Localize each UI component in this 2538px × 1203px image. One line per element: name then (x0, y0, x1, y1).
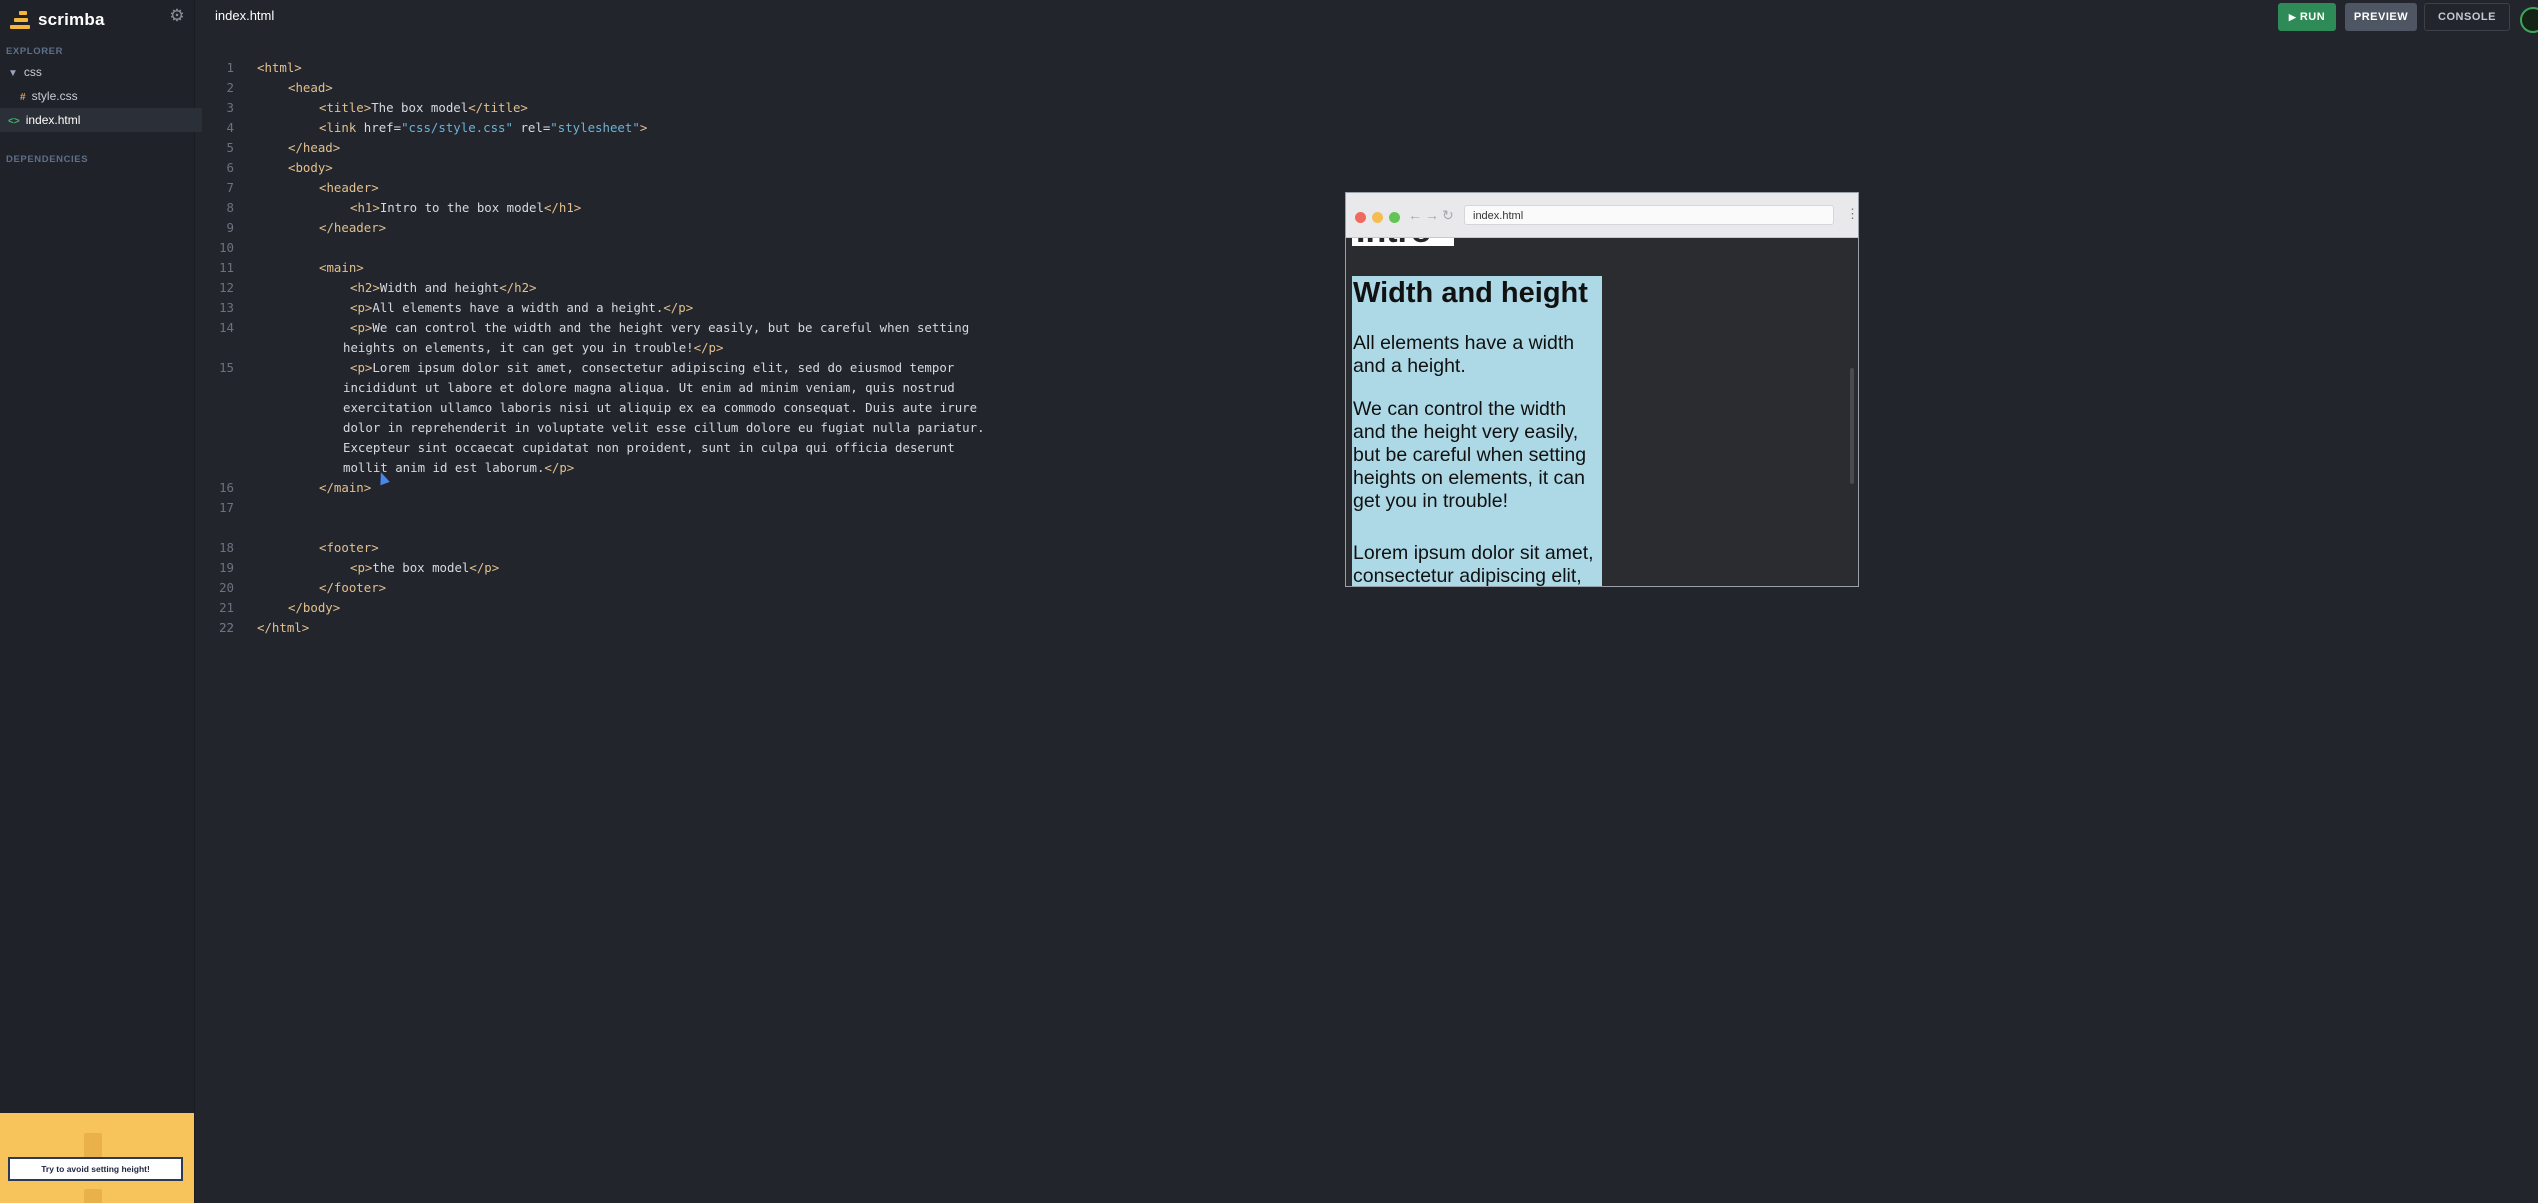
code-line[interactable]: </html> (257, 620, 309, 635)
code-line[interactable]: heights on elements, it can get you in t… (343, 340, 723, 355)
exclamation-dot-icon (84, 1189, 102, 1203)
preview-content: Intro Width and height All elements have… (1346, 238, 1858, 586)
line-number: 21 (219, 600, 234, 615)
code-line[interactable]: <p>Lorem ipsum dolor sit amet, consectet… (350, 360, 954, 375)
code-line[interactable]: incididunt ut labore et dolore magna ali… (343, 380, 955, 395)
line-number: 16 (219, 480, 234, 495)
code-line[interactable]: <html> (257, 60, 302, 75)
preview-main: Width and height All elements have a wid… (1352, 276, 1602, 586)
explorer-heading: EXPLORER (6, 46, 64, 57)
preview-browser-chrome: ← → ↻ index.html ⋮ (1346, 193, 1858, 238)
avatar[interactable] (2520, 7, 2538, 33)
hash-icon: # (20, 92, 26, 103)
line-number: 7 (226, 180, 234, 195)
line-number: 22 (219, 620, 234, 635)
line-number: 18 (219, 540, 234, 555)
play-icon: ▶ (2288, 12, 2297, 22)
code-line[interactable]: exercitation ullamco laboris nisi ut ali… (343, 400, 977, 415)
code-line[interactable]: <head> (288, 80, 333, 95)
forward-arrow-icon[interactable]: → (1425, 207, 1439, 223)
scrimba-logo[interactable]: scrimba (10, 10, 105, 30)
code-line[interactable]: <p>the box model</p> (350, 560, 499, 575)
line-number: 3 (226, 100, 234, 115)
line-number: 14 (219, 320, 234, 335)
code-line[interactable]: </header> (319, 220, 386, 235)
code-line[interactable]: </body> (288, 600, 340, 615)
preview-paragraph: All elements have a width and a height. (1353, 332, 1575, 377)
tree-folder-css[interactable]: ▼ css (0, 60, 202, 84)
code-line[interactable]: <footer> (319, 540, 379, 555)
tree-file-style-css[interactable]: # style.css (0, 84, 214, 108)
code-line[interactable]: </main> (319, 480, 371, 495)
line-number: 12 (219, 280, 234, 295)
code-line[interactable]: dolor in reprehenderit in voluptate veli… (343, 420, 985, 435)
dependencies-heading: DEPENDENCIES (6, 154, 89, 165)
line-number: 6 (226, 160, 234, 175)
tree-item-label: index.html (25, 113, 81, 127)
code-line[interactable]: <h1>Intro to the box model</h1> (350, 200, 581, 215)
run-button-label: RUN (2299, 11, 2326, 23)
more-options-icon[interactable]: ⋮ (1846, 206, 1858, 222)
code-line[interactable]: <link href="css/style.css" rel="styleshe… (319, 120, 647, 135)
refresh-icon[interactable]: ↻ (1442, 207, 1454, 224)
code-line[interactable]: <body> (288, 160, 333, 175)
back-arrow-icon[interactable]: ← (1408, 207, 1422, 223)
active-file-tab[interactable]: index.html (215, 8, 274, 23)
line-number: 17 (219, 500, 234, 515)
code-editor[interactable]: 1 2 3 4 5 6 7 8 9 10 11 12 13 14 15 16 1… (194, 56, 1324, 656)
code-line[interactable]: <main> (319, 260, 364, 275)
preview-window: ← → ↻ index.html ⋮ Intro Width and heigh… (1345, 192, 1859, 587)
tree-item-label: css (23, 65, 42, 79)
maximize-dot-icon[interactable] (1389, 212, 1400, 223)
preview-paragraph: We can control the width and the height … (1353, 398, 1587, 512)
code-line[interactable]: </head> (288, 140, 340, 155)
code-line[interactable]: <p>We can control the width and the heig… (350, 320, 969, 335)
run-button[interactable]: ▶ RUN (2278, 3, 2336, 31)
preview-paragraph: Lorem ipsum dolor sit amet, consectetur … (1353, 542, 1594, 586)
preview-header-cutoff: Intro (1352, 238, 1454, 246)
minimize-dot-icon[interactable] (1372, 212, 1383, 223)
scrimba-logo-icon (10, 11, 30, 29)
hint-box: Try to avoid setting height! (0, 1113, 194, 1203)
hint-message: Try to avoid setting height! (8, 1157, 183, 1181)
app-name: scrimba (38, 10, 105, 29)
code-line[interactable]: </footer> (319, 580, 386, 595)
line-number: 5 (226, 140, 234, 155)
folder-open-triangle-icon: ▼ (8, 68, 18, 79)
code-line[interactable]: <header> (319, 180, 379, 195)
gear-icon[interactable]: ⚙ (168, 7, 186, 25)
preview-address-bar[interactable]: index.html (1464, 205, 1834, 225)
line-number: 9 (226, 220, 234, 235)
line-number: 13 (219, 300, 234, 315)
code-line[interactable]: Excepteur sint occaecat cupidatat non pr… (343, 440, 955, 455)
line-number: 19 (219, 560, 234, 575)
tree-item-label: style.css (31, 89, 78, 103)
line-number: 8 (226, 200, 234, 215)
sidebar: scrimba ⚙ EXPLORER ▼ css # style.css <> ind… (0, 0, 202, 1203)
line-number: 2 (226, 80, 234, 95)
line-number: 15 (219, 360, 234, 375)
close-dot-icon[interactable] (1355, 212, 1366, 223)
line-number: 1 (226, 60, 234, 75)
preview-button[interactable]: PREVIEW (2345, 3, 2417, 31)
preview-h2: Width and height (1353, 277, 1588, 309)
code-line[interactable]: <h2>Width and height</h2> (350, 280, 537, 295)
code-brackets-icon: <> (8, 116, 20, 127)
line-number: 10 (219, 240, 234, 255)
code-line[interactable]: <p>All elements have a width and a heigh… (350, 300, 693, 315)
console-button[interactable]: CONSOLE (2424, 3, 2510, 31)
code-line[interactable]: <title>The box model</title> (319, 100, 528, 115)
line-number: 20 (219, 580, 234, 595)
preview-h1-partial: Intro (1356, 238, 1432, 246)
preview-scrollbar[interactable] (1850, 368, 1854, 484)
tree-file-index-html[interactable]: <> index.html (0, 108, 202, 132)
line-number: 4 (226, 120, 234, 135)
line-number: 11 (219, 260, 234, 275)
